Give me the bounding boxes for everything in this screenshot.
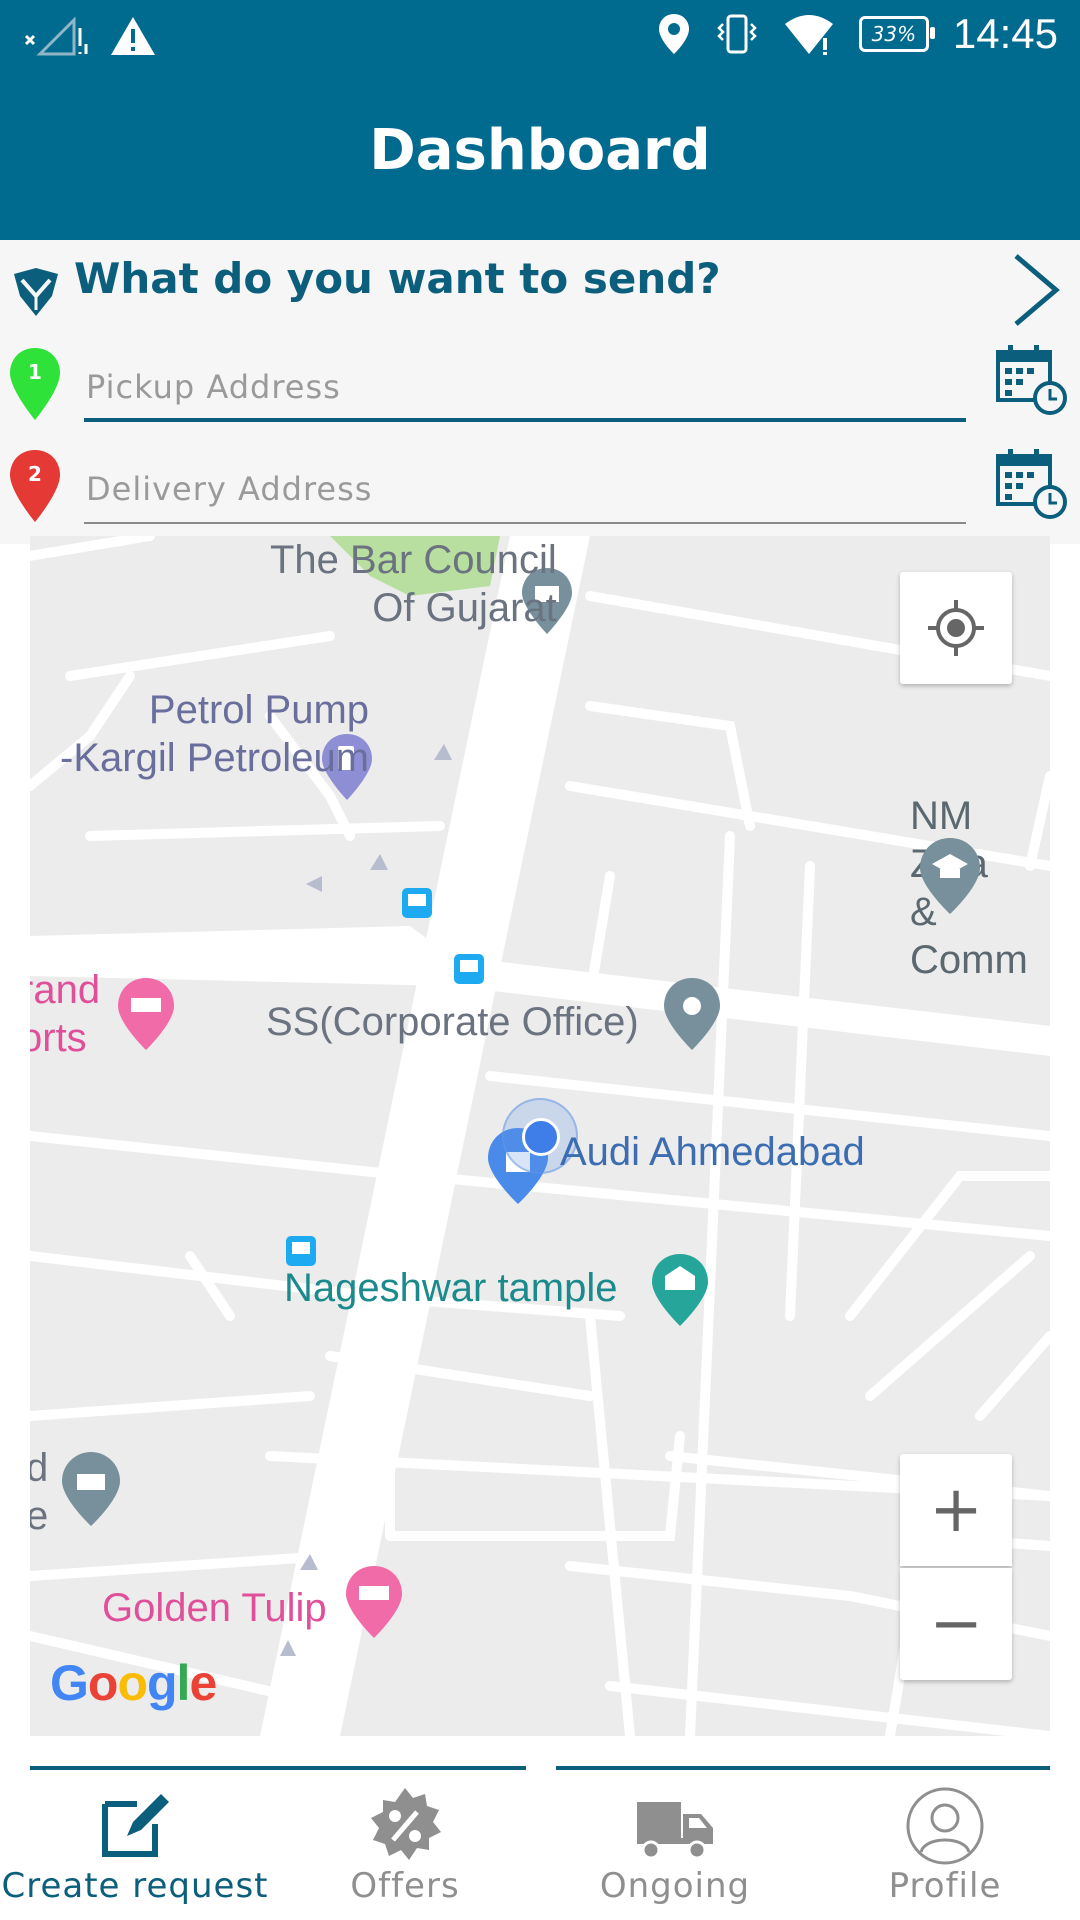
status-right-icons: 33% 14:45 [657,10,1058,58]
delivery-address-input[interactable] [84,462,968,516]
clock: 14:45 [952,10,1058,57]
send-prompt-row[interactable]: What do you want to send? [0,240,1080,340]
chevron-right-icon[interactable] [1000,250,1070,330]
warning-icon [111,17,155,55]
place-label-nageshwar[interactable]: Nageshwar tample [284,1264,618,1312]
tab-label-offers: Offers [350,1866,460,1906]
place-label-grand-resorts[interactable]: rand orts [30,966,100,1062]
map-view[interactable]: The Bar Council Of Gujarat Petrol Pump -… [30,536,1050,1736]
vibrate-icon [717,14,757,54]
status-left-icons [22,14,156,58]
nav-divider-left [30,1766,526,1770]
app-bar: Dashboard [0,78,1080,240]
zoom-out-button[interactable]: − [900,1568,1012,1680]
pickup-row: 1 [0,340,1080,442]
place-label-partial[interactable]: d e [30,1444,48,1540]
delivery-schedule-calendar-icon[interactable] [994,446,1068,520]
tab-label-ongoing: Ongoing [599,1866,751,1906]
location-icon [658,14,689,54]
school-marker-icon[interactable] [918,836,982,916]
hotel-marker-icon[interactable] [116,976,176,1052]
place-label-audi[interactable]: Audi Ahmedabad [560,1128,865,1176]
place-label-golden-tulip[interactable]: Golden Tulip [102,1584,327,1632]
google-attribution: Google [50,1655,217,1711]
no-signal-icon [24,16,88,56]
place-label-petrol-pump[interactable]: Petrol Pump -Kargil Petroleum [60,686,369,782]
status-bar: 33% 14:45 [0,0,1080,78]
bank-marker-icon[interactable] [60,1450,122,1528]
send-question: What do you want to send? [74,254,721,303]
nav-divider-right [556,1766,1050,1770]
page-title: Dashboard [369,118,711,183]
user-icon [906,1787,984,1865]
current-location-dot [522,1118,560,1156]
tab-offers[interactable]: Offers [270,1772,540,1920]
office-marker-icon[interactable] [662,976,722,1052]
place-label-ss-office[interactable]: SS(Corporate Office) [266,998,639,1046]
pickup-underline [84,418,966,422]
tab-create-request[interactable]: Create request [0,1772,270,1920]
percent-badge-icon [371,1788,441,1860]
tab-profile[interactable]: Profile [810,1772,1080,1920]
my-location-button[interactable] [900,572,1012,684]
battery-percent: 33% [871,22,917,46]
delivery-row: 2 [0,442,1080,544]
tab-label-create-request: Create request [1,1866,269,1906]
battery-indicator: 33% [858,16,935,52]
tab-ongoing[interactable]: Ongoing [540,1772,810,1920]
truck-icon [637,1802,713,1860]
pickup-pin-number: 1 [28,360,42,384]
zoom-in-button[interactable]: + [900,1454,1012,1566]
bottom-navigation: Create request Offers Ongoing Profile [0,1772,1080,1920]
place-label-bar-council[interactable]: The Bar Council Of Gujarat [270,536,557,632]
hotel-marker-icon[interactable] [344,1564,404,1640]
pickup-schedule-calendar-icon[interactable] [994,342,1068,416]
delivery-pin-icon: 2 [10,450,60,522]
pickup-pin-icon: 1 [10,348,60,420]
delivery-underline [84,522,966,524]
tab-label-profile: Profile [888,1866,1002,1906]
app-logo-icon [14,268,58,316]
edit-icon [102,1794,169,1857]
wifi-icon [784,15,833,55]
my-location-icon [928,600,984,656]
pickup-address-input[interactable] [84,360,968,414]
delivery-pin-number: 2 [28,462,42,486]
temple-marker-icon[interactable] [650,1252,710,1328]
